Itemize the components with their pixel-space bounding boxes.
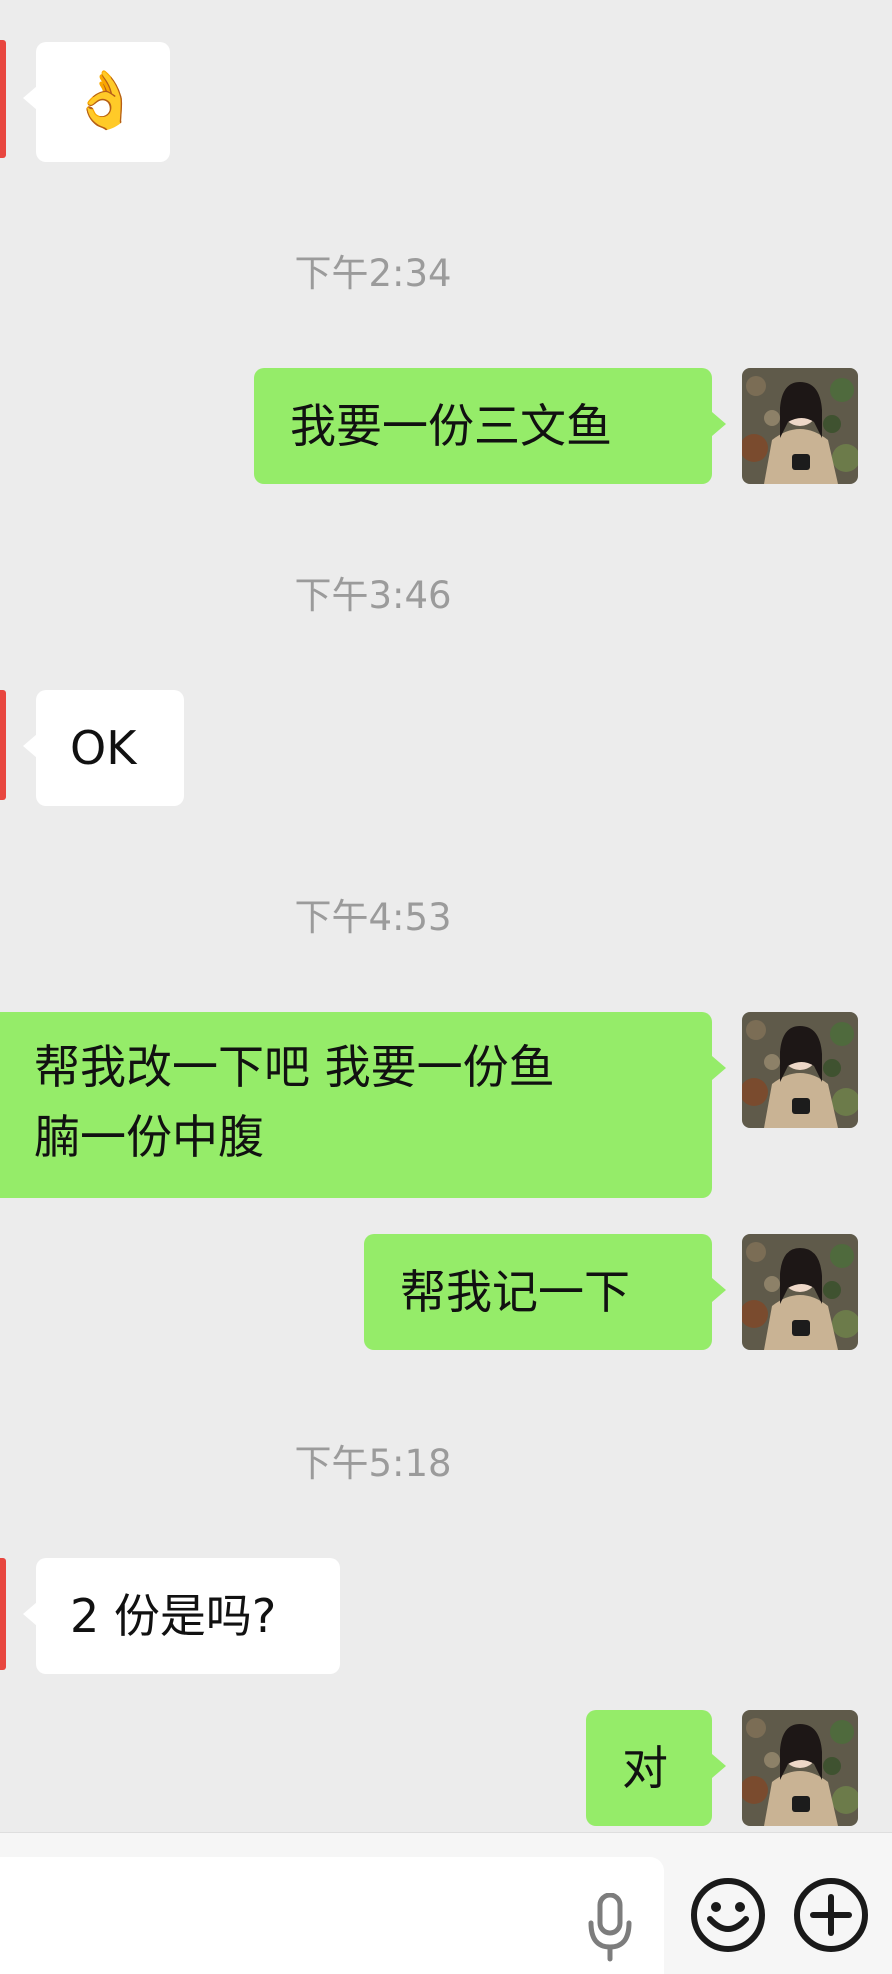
message-bubble-outgoing[interactable]: 对: [586, 1710, 726, 1826]
message-bubble-outgoing[interactable]: 我要一份三文鱼: [254, 368, 726, 484]
avatar[interactable]: [742, 1234, 858, 1350]
contact-avatar-edge[interactable]: [0, 1558, 6, 1670]
contact-avatar-edge[interactable]: [0, 690, 6, 800]
message-input[interactable]: [0, 1857, 664, 1974]
message-input-bar: [0, 1832, 892, 1974]
mic-icon[interactable]: [585, 1893, 635, 1963]
timestamp: 下午5:18: [294, 1442, 452, 1485]
timestamp: 下午4:53: [294, 896, 452, 939]
timestamp: 下午3:46: [294, 574, 452, 617]
timestamp: 下午2:34: [294, 252, 452, 295]
message-bubble-incoming[interactable]: 2 份是吗?: [23, 1558, 340, 1674]
avatar[interactable]: [742, 1710, 858, 1826]
message-text: 2 份是吗?: [70, 1589, 277, 1643]
chat-area: 👌 下午2:34 我要一份三文鱼 下午3:46 OK 下午4:53 帮我改一下吧…: [0, 0, 892, 1832]
message-text: OK: [70, 721, 137, 775]
message-text: 帮我记一下: [400, 1265, 630, 1319]
message-text: 对: [622, 1741, 668, 1795]
avatar[interactable]: [742, 368, 858, 484]
message-text: 帮我改一下吧 我要一份鱼 腩一份中腹: [34, 1040, 555, 1164]
message-bubble-outgoing[interactable]: 帮我改一下吧 我要一份鱼 腩一份中腹: [0, 1012, 726, 1198]
message-bubble-incoming[interactable]: OK: [23, 690, 184, 806]
message-text: 我要一份三文鱼: [290, 399, 612, 453]
message-bubble-outgoing[interactable]: 帮我记一下: [364, 1234, 726, 1350]
message-bubble-incoming[interactable]: 👌: [23, 42, 170, 162]
plus-icon[interactable]: [793, 1877, 869, 1953]
contact-avatar-edge[interactable]: [0, 40, 6, 158]
message-text: 👌: [70, 68, 140, 133]
emoji-icon[interactable]: [690, 1877, 766, 1953]
avatar[interactable]: [742, 1012, 858, 1128]
